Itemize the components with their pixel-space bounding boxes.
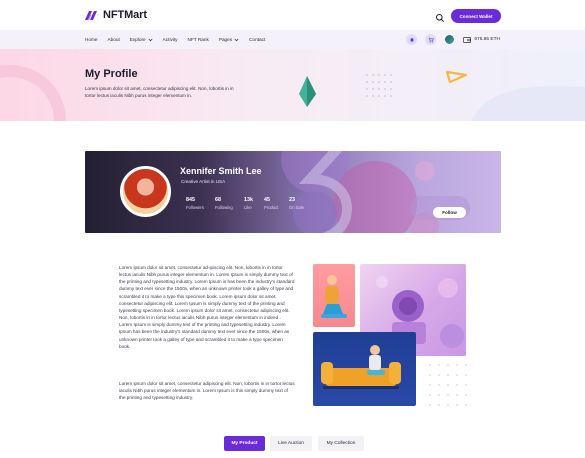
logo-text: NFTMart [103,9,147,21]
stat-value: 68 [215,197,221,203]
artwork-sofa-scene [321,345,401,389]
balance-value: 675.86 ETH [474,37,500,42]
nav-link-label: Contact [249,37,266,42]
stat-value: 845 [186,197,195,203]
profile-role: Creative Artist in USA [181,179,226,184]
nav-link-explore[interactable]: Explore [130,37,153,42]
follow-button[interactable]: Follow [433,207,466,218]
nav-link-label: Pages [218,37,233,42]
wallet-icon [463,36,472,43]
stat-label: Like [244,205,252,210]
stat-value: 45 [264,197,270,203]
diamond-shape-icon [299,76,316,107]
page-description: Lorem ipsum dolor sit amet, consectetur … [85,86,234,98]
about-paragraph: Lorem ipsum dolor sit amet, consectetur … [119,381,295,401]
nav-bar: Home About Explore Activity NFT Rank Pag… [0,30,585,49]
dot-grid-decoration [429,364,467,406]
chevron-down-icon [148,38,153,41]
nav-actions: 675.86 ETH [406,33,500,46]
connect-wallet-button[interactable]: Connect Wallet [451,9,501,23]
stat-label: Product [264,205,279,210]
page-title: My Profile [85,68,138,80]
stat-like[interactable]: 13k Like [244,197,253,210]
stat-product[interactable]: 45 Product [264,197,278,210]
stat-value: 13k [244,197,253,203]
search-icon [436,14,444,22]
nav-link-label: NFT Rank [187,37,209,42]
page-hero: My Profile Lorem ipsum dolor sit amet, c… [0,49,585,121]
dot-grid [366,74,392,97]
logo[interactable]: NFTMart [84,9,147,21]
nav-link-activity[interactable]: Activity [163,37,178,42]
artwork-figure-sitting [321,275,347,318]
nav-link-nft-rank[interactable]: NFT Rank [188,37,209,42]
wallet-balance[interactable]: 675.86 ETH [463,36,500,43]
gallery-image[interactable] [313,264,355,327]
bell-icon [410,37,414,42]
tab-my-product[interactable]: My Product [224,436,265,451]
notifications-button[interactable] [406,34,418,45]
user-avatar[interactable] [444,34,456,45]
search-button[interactable] [435,10,445,22]
top-header: NFTMart Connect Wallet [0,0,585,30]
nav-link-label: Explore [129,37,146,42]
nav-link-label: About [107,37,120,42]
stat-value: 23 [289,197,295,203]
stat-label: On Sale [289,205,305,210]
cart-button[interactable] [425,34,437,45]
about-paragraph: Lorem ipsum dolor sit amet, consectetur … [119,265,295,349]
gallery-image[interactable] [313,332,416,406]
tab-live-auction[interactable]: Live Auction [270,436,312,451]
nav-link-label: Activity [162,37,178,42]
nav-link-contact[interactable]: Contact [249,37,265,42]
nav-link-pages[interactable]: Pages [219,37,239,42]
stat-following[interactable]: 68 Following [215,197,233,210]
cart-icon [428,37,434,42]
stat-label: Following [215,205,233,210]
chevron-down-icon [234,38,239,41]
nav-link-label: Home [85,37,98,42]
tab-my-collection[interactable]: My Collection [318,436,364,451]
triangle-shape-icon [445,70,468,84]
profile-name: Xennifer Smith Lee [180,166,262,176]
logo-icon [85,10,97,20]
nav-link-about[interactable]: About [108,37,120,42]
stat-on-sale[interactable]: 23 On Sale [289,197,304,210]
stat-label: Followers [186,205,204,210]
nav-links: Home About Explore Activity NFT Rank Pag… [85,30,275,49]
stat-followers[interactable]: 845 Followers [186,197,204,210]
profile-avatar[interactable] [120,166,171,217]
hero-decoration [0,65,585,121]
nav-link-home[interactable]: Home [85,37,98,42]
